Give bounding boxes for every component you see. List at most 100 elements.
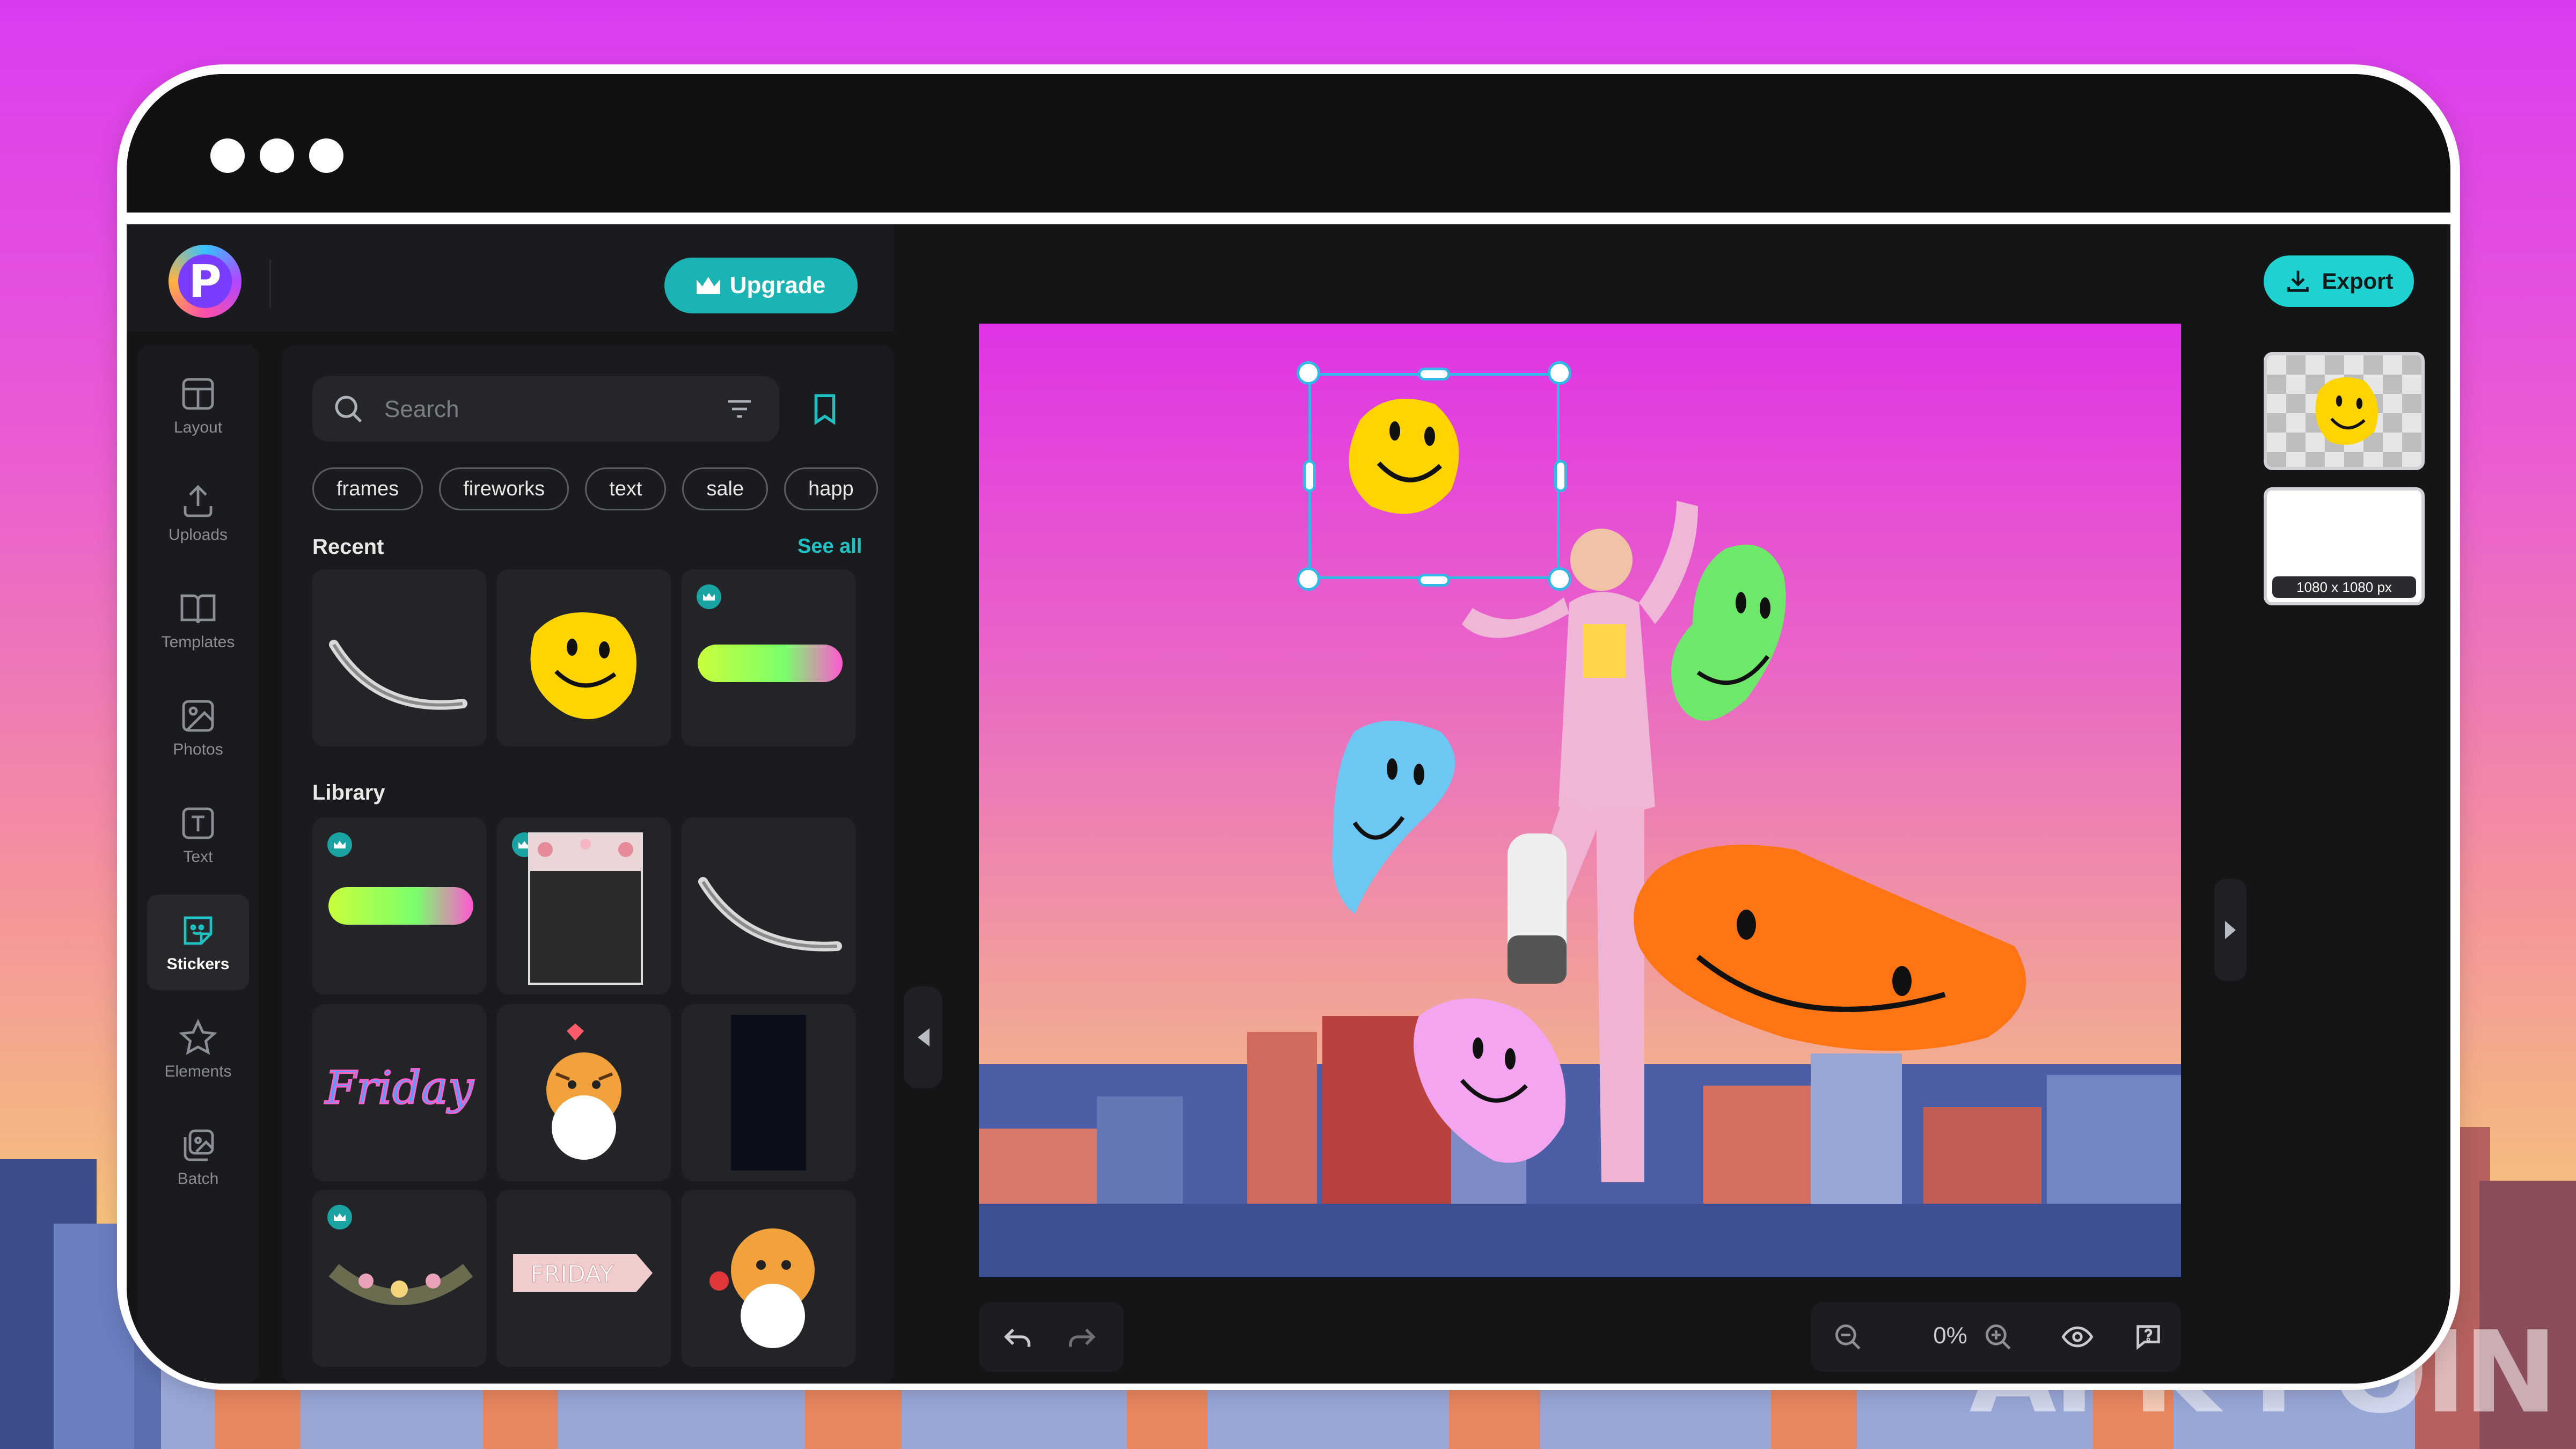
resize-handle-top-left[interactable] — [1297, 361, 1320, 385]
ring-sticker — [329, 640, 467, 710]
rail-item-layout[interactable]: Layout — [147, 358, 249, 453]
tool-rail: Layout Uploads Templates Photos Text Sti… — [137, 345, 259, 1384]
editor-app: P Upgrade Layout Uploads Templates Photo… — [127, 224, 2450, 1384]
canvas-size-label: 1080 x 1080 px — [2272, 576, 2416, 598]
window-dot-1[interactable] — [210, 138, 245, 173]
sticker-tile-gradient-blob[interactable] — [682, 569, 855, 747]
resize-handle-top[interactable] — [1418, 368, 1450, 380]
sticker-tile-frame[interactable] — [497, 817, 671, 994]
app-window: P Upgrade Layout Uploads Templates Photo… — [127, 74, 2450, 1384]
undo-icon[interactable] — [1000, 1320, 1035, 1354]
rail-item-batch[interactable]: Batch — [147, 1109, 249, 1205]
titlebar-divider — [127, 213, 2450, 224]
app-logo[interactable]: P — [169, 245, 241, 318]
layer-thumbnail-sticker[interactable] — [2264, 352, 2425, 470]
see-all-link[interactable]: See all — [797, 535, 862, 558]
crown-icon — [696, 277, 720, 294]
friday-banner-text: FRIDAY — [530, 1261, 614, 1288]
rail-label-batch: Batch — [177, 1170, 219, 1188]
resize-handle-top-right[interactable] — [1548, 361, 1571, 385]
rail-item-photos[interactable]: Photos — [147, 680, 249, 775]
sticker-tile-smiley[interactable] — [497, 569, 671, 747]
zoom-level: 0% — [1933, 1322, 1967, 1349]
friday-banner-sticker: FRIDAY — [513, 1254, 653, 1292]
sticker-tile-ring-2[interactable] — [682, 817, 855, 994]
window-dot-3[interactable] — [309, 138, 343, 173]
friday-neon-sticker: Friday — [323, 1061, 475, 1115]
sticker-tile-ring[interactable] — [312, 569, 486, 747]
friday-neon-text: Friday — [324, 1062, 474, 1114]
page-thumbnail[interactable]: 1080 x 1080 px — [2264, 487, 2425, 605]
recent-title: Recent — [312, 535, 384, 559]
sticker-tile-friday-banner[interactable]: FRIDAY — [497, 1190, 671, 1367]
sticker-tile-friday-neon[interactable]: Friday — [312, 1004, 486, 1181]
upgrade-button[interactable]: Upgrade — [664, 258, 858, 313]
sticker-tile-flower-wreath[interactable] — [312, 1190, 486, 1367]
sticker-tile-dark-card[interactable] — [682, 1004, 855, 1181]
export-button[interactable]: Export — [2264, 255, 2414, 307]
design-canvas[interactable] — [979, 324, 2181, 1277]
chip-text[interactable]: text — [585, 467, 667, 510]
sticker-tile-gradient-blob-2[interactable] — [312, 817, 486, 994]
help-icon[interactable] — [2133, 1321, 2164, 1352]
search-input[interactable] — [383, 376, 686, 443]
chip-happy[interactable]: happ — [784, 467, 878, 510]
rail-item-stickers[interactable]: Stickers — [147, 895, 249, 990]
canvas-skyline — [979, 1016, 2181, 1277]
rail-item-elements[interactable]: Elements — [147, 1002, 249, 1097]
rail-label-layout: Layout — [173, 419, 223, 436]
upload-icon — [184, 485, 213, 517]
filter-icon[interactable] — [723, 394, 756, 424]
redo-icon[interactable] — [1065, 1320, 1099, 1354]
window-controls — [210, 138, 343, 173]
image-icon — [182, 700, 214, 732]
gradient-blob-sticker-2 — [328, 887, 473, 925]
ring-sticker-2 — [698, 877, 842, 952]
resize-handle-left[interactable] — [1303, 460, 1316, 492]
bookmark-button[interactable] — [792, 376, 858, 442]
rail-item-text[interactable]: Text — [147, 787, 249, 883]
batch-icon — [184, 1129, 214, 1161]
sticker-tile-tiger-love[interactable] — [497, 1004, 671, 1181]
rail-label-text: Text — [183, 848, 213, 866]
dark-card-sticker — [731, 1015, 806, 1170]
zoom-in-icon[interactable] — [1982, 1321, 2014, 1352]
resize-handle-bottom-left[interactable] — [1297, 567, 1320, 591]
chip-sale[interactable]: sale — [682, 467, 769, 510]
collapse-right-button[interactable] — [2214, 879, 2246, 981]
thumbnail-smiley — [2315, 377, 2379, 445]
resize-handle-bottom[interactable] — [1418, 574, 1450, 587]
resize-handle-bottom-right[interactable] — [1548, 567, 1571, 591]
upgrade-label: Upgrade — [729, 272, 826, 298]
library-title: Library — [312, 781, 385, 804]
selection-box[interactable] — [1308, 373, 1560, 579]
resize-handle-right[interactable] — [1554, 460, 1567, 492]
text-icon — [182, 807, 214, 839]
rail-label-photos: Photos — [173, 741, 223, 758]
logo-letter: P — [178, 254, 232, 308]
topbar-divider — [269, 260, 271, 308]
sticker-icon — [184, 916, 213, 945]
sticker-tile-tiger[interactable] — [682, 1190, 855, 1367]
download-icon — [2287, 270, 2309, 292]
tag-chips: frames fireworks text sale happ — [312, 467, 878, 510]
rail-item-uploads[interactable]: Uploads — [147, 465, 249, 561]
star-icon — [179, 1019, 217, 1055]
window-dot-2[interactable] — [260, 138, 294, 173]
gradient-blob-sticker — [698, 645, 843, 682]
canvas-artwork — [979, 399, 2181, 1277]
layout-icon — [182, 378, 214, 410]
rail-item-templates[interactable]: Templates — [147, 573, 249, 668]
search-icon — [335, 396, 362, 423]
chip-fireworks[interactable]: fireworks — [439, 467, 569, 510]
chip-frames[interactable]: frames — [312, 467, 423, 510]
canvas-bottom-bar: 0% — [979, 1302, 2181, 1377]
search-box — [312, 376, 779, 443]
bookmark-icon — [814, 394, 836, 425]
book-icon — [180, 594, 216, 624]
collapse-panel-button[interactable] — [904, 986, 942, 1088]
preview-eye-icon[interactable] — [2058, 1321, 2097, 1352]
left-topbar: P Upgrade — [127, 224, 894, 332]
zoom-out-icon[interactable] — [1832, 1321, 1863, 1352]
zoom-controls: 0% — [1811, 1302, 2181, 1372]
